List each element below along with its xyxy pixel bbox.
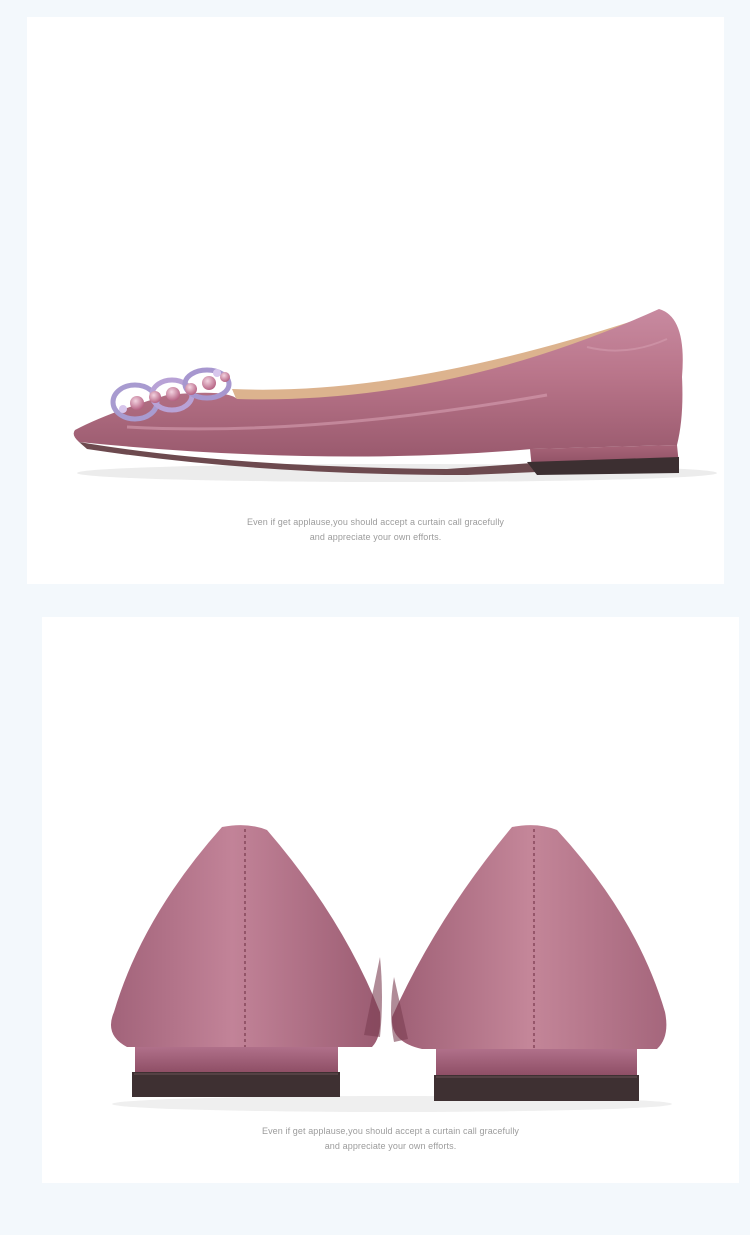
caption-line-2: and appreciate your own efforts. bbox=[324, 1141, 457, 1151]
caption: Even if get applause,you should accept a… bbox=[27, 515, 724, 545]
product-photo-side-view: Even if get applause,you should accept a… bbox=[27, 17, 724, 584]
right-shoe bbox=[391, 825, 667, 1101]
left-shoe bbox=[110, 825, 382, 1097]
caption: Even if get applause,you should accept a… bbox=[42, 1124, 739, 1154]
caption-line-1: Even if get applause,you should accept a… bbox=[246, 517, 505, 527]
shoe-back-illustration bbox=[110, 825, 672, 1112]
product-photo-back-view: Even if get applause,you should accept a… bbox=[42, 617, 739, 1183]
caption-line-2: and appreciate your own efforts. bbox=[309, 532, 442, 542]
shoe-side-illustration bbox=[73, 309, 717, 482]
caption-line-1: Even if get applause,you should accept a… bbox=[261, 1126, 520, 1136]
